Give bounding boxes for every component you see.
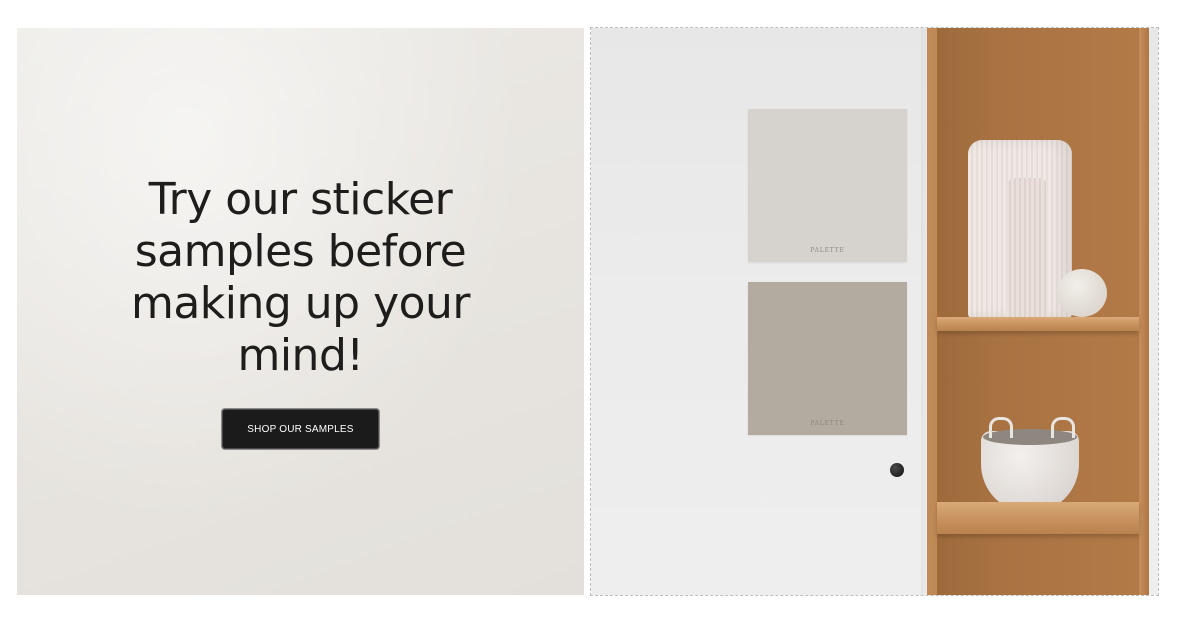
headline-line: mind! <box>237 330 364 381</box>
vase-notch <box>1006 178 1048 318</box>
cabinet-knob <box>890 463 904 477</box>
shelf-board <box>937 502 1139 534</box>
bowl-handle <box>1051 417 1075 438</box>
headline-line: making up your <box>130 278 471 329</box>
promo-headline: Try our sticker samples before making up… <box>17 174 584 382</box>
sample-swatch: PALETTE <box>748 109 907 262</box>
promo-panel: Try our sticker samples before making up… <box>17 28 584 595</box>
swatch-label: PALETTE <box>810 247 845 254</box>
bowl-handle <box>989 417 1013 438</box>
sample-swatch: PALETTE <box>748 282 907 435</box>
ceramic-sphere <box>1057 269 1107 317</box>
swatch-label: PALETTE <box>810 420 845 427</box>
headline-line: Try our sticker <box>148 174 453 225</box>
wooden-shelf <box>927 28 1149 595</box>
shelf-side-post <box>1139 28 1149 595</box>
headline-line: samples before <box>134 226 467 277</box>
hero-image: PALETTE PALETTE <box>590 27 1159 596</box>
shop-samples-button[interactable]: SHOP OUR SAMPLES <box>222 409 379 449</box>
shelf-board <box>937 317 1139 331</box>
